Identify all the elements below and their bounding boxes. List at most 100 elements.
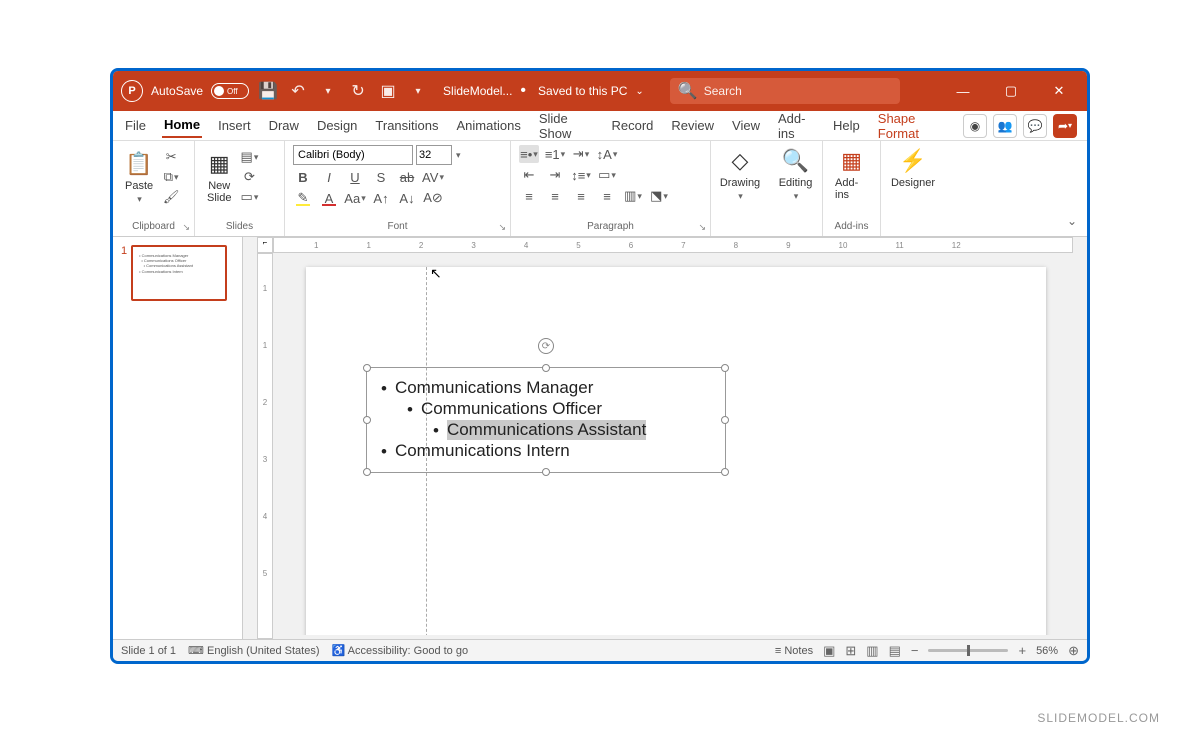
text-content[interactable]: Communications Manager Communications Of… — [367, 368, 725, 472]
resize-handle[interactable] — [363, 416, 371, 424]
zoom-in-icon[interactable]: + — [1018, 643, 1026, 658]
redo-icon[interactable]: ↻ — [347, 81, 369, 101]
new-slide-button[interactable]: ▦ New Slide — [203, 148, 235, 206]
zoom-slider[interactable] — [928, 649, 1008, 652]
thumbnail-slide[interactable]: • Communications Manager • Communication… — [131, 245, 227, 301]
share-button[interactable]: ➦▾ — [1053, 114, 1077, 138]
change-case-icon[interactable]: Aa▾ — [345, 189, 365, 207]
tab-design[interactable]: Design — [315, 114, 359, 137]
bullet-item[interactable]: Communications Assistant — [433, 420, 711, 441]
align-left-icon[interactable]: ≡ — [519, 187, 539, 205]
resize-handle[interactable] — [721, 364, 729, 372]
smartart-icon[interactable]: ⬔▾ — [649, 187, 669, 205]
cut-icon[interactable]: ✂ — [161, 148, 181, 166]
thumbnail-item[interactable]: 1 • Communications Manager • Communicati… — [121, 245, 234, 301]
zoom-knob[interactable] — [967, 645, 970, 656]
font-color-icon[interactable]: A — [319, 189, 339, 207]
font-name-input[interactable] — [293, 145, 413, 165]
autosave-toggle[interactable]: Off — [211, 83, 249, 99]
comments-button[interactable]: 💬 — [1023, 114, 1047, 138]
resize-handle[interactable] — [542, 364, 550, 372]
justify-icon[interactable]: ≡ — [597, 187, 617, 205]
editing-button[interactable]: 🔍 Editing ▾ — [777, 145, 814, 204]
tab-help[interactable]: Help — [831, 114, 862, 137]
save-icon[interactable]: 💾 — [257, 81, 279, 101]
tab-file[interactable]: File — [123, 114, 148, 137]
camera-button[interactable]: ◉ — [963, 114, 987, 138]
tab-addins[interactable]: Add-ins — [776, 107, 817, 145]
zoom-out-icon[interactable]: − — [911, 643, 919, 658]
tab-draw[interactable]: Draw — [267, 114, 301, 137]
designer-button[interactable]: ⚡ Designer — [889, 145, 937, 191]
bullet-item[interactable]: Communications Intern — [381, 441, 711, 462]
increase-indent-icon[interactable]: ⇥ — [545, 166, 565, 184]
bullets-icon[interactable]: ≡•▾ — [519, 145, 539, 163]
tab-review[interactable]: Review — [669, 114, 716, 137]
maximize-button[interactable]: ▢ — [991, 83, 1031, 99]
present-icon[interactable]: ▣ — [377, 81, 399, 101]
list-level-icon[interactable]: ⇥▾ — [571, 145, 591, 163]
paragraph-dialog-icon[interactable]: ↘ — [698, 222, 706, 233]
align-center-icon[interactable]: ≡ — [545, 187, 565, 205]
reading-view-icon[interactable]: ▥ — [866, 643, 878, 659]
qat-more-icon[interactable]: ▾ — [407, 86, 429, 97]
close-button[interactable]: ✕ — [1039, 83, 1079, 99]
ruler-horizontal[interactable]: 1 1 2 3 4 5 6 7 8 9 10 11 12 — [273, 237, 1073, 253]
sorter-view-icon[interactable]: ⊞ — [845, 643, 856, 659]
accessibility-status[interactable]: ♿ Accessibility: Good to go — [331, 644, 468, 657]
strikethrough-icon[interactable]: ab — [397, 168, 417, 186]
paste-button[interactable]: 📋 Paste ▾ — [121, 148, 157, 207]
thumbnail-pane[interactable]: 1 • Communications Manager • Communicati… — [113, 237, 243, 639]
slide-position[interactable]: Slide 1 of 1 — [121, 645, 176, 657]
text-box[interactable]: ⟳ Communications Manager Communications … — [366, 367, 726, 473]
shrink-font-icon[interactable]: A↓ — [397, 189, 417, 207]
layout-icon[interactable]: ▤▾ — [239, 148, 259, 166]
tab-home[interactable]: Home — [162, 113, 202, 138]
tab-slideshow[interactable]: Slide Show — [537, 107, 596, 145]
rotate-handle-icon[interactable]: ⟳ — [538, 338, 554, 354]
font-dialog-icon[interactable]: ↘ — [498, 222, 506, 233]
teams-button[interactable]: 👥 — [993, 114, 1017, 138]
resize-handle[interactable] — [721, 468, 729, 476]
bold-icon[interactable]: B — [293, 168, 313, 186]
numbering-icon[interactable]: ≡1▾ — [545, 145, 565, 163]
saved-dropdown-icon[interactable]: ⌄ — [635, 86, 643, 97]
fit-window-icon[interactable]: ⊕ — [1068, 643, 1079, 659]
bullet-item[interactable]: Communications Officer — [407, 399, 711, 420]
tab-record[interactable]: Record — [609, 114, 655, 137]
resize-handle[interactable] — [363, 364, 371, 372]
line-spacing-icon[interactable]: ↕≡▾ — [571, 166, 591, 184]
language-status[interactable]: ⌨ English (United States) — [188, 644, 319, 657]
tab-insert[interactable]: Insert — [216, 114, 253, 137]
clipboard-dialog-icon[interactable]: ↘ — [182, 222, 190, 233]
font-size-input[interactable] — [416, 145, 452, 165]
zoom-level[interactable]: 56% — [1036, 645, 1058, 657]
saved-status[interactable]: Saved to this PC — [538, 84, 627, 98]
italic-icon[interactable]: I — [319, 168, 339, 186]
addins-button[interactable]: ▦ Add-ins — [831, 145, 872, 203]
resize-handle[interactable] — [542, 468, 550, 476]
underline-icon[interactable]: U — [345, 168, 365, 186]
slideshow-view-icon[interactable]: ▤ — [889, 643, 901, 659]
notes-button[interactable]: ≡ Notes — [775, 645, 813, 657]
decrease-indent-icon[interactable]: ⇤ — [519, 166, 539, 184]
undo-dropdown-icon[interactable]: ▾ — [317, 86, 339, 97]
slide-canvas[interactable]: ↖ ⟳ Communications Manager Commu — [306, 267, 1046, 635]
bullet-item[interactable]: Communications Manager — [381, 378, 711, 399]
copy-icon[interactable]: ⧉▾ — [161, 168, 181, 186]
align-right-icon[interactable]: ≡ — [571, 187, 591, 205]
canvas-viewport[interactable]: ↖ ⟳ Communications Manager Commu — [279, 257, 1073, 635]
tab-shape-format[interactable]: Shape Format — [876, 107, 949, 145]
tab-transitions[interactable]: Transitions — [373, 114, 440, 137]
columns-icon[interactable]: ▥▾ — [623, 187, 643, 205]
normal-view-icon[interactable]: ▣ — [823, 643, 835, 659]
drawing-button[interactable]: ◇ Drawing ▾ — [719, 145, 761, 204]
highlight-icon[interactable]: ✎ — [293, 189, 313, 207]
minimize-button[interactable]: — — [943, 84, 983, 99]
document-title[interactable]: SlideModel... — [443, 84, 512, 98]
search-input[interactable] — [704, 84, 892, 98]
format-painter-icon[interactable]: 🖌 — [161, 188, 181, 206]
tab-animations[interactable]: Animations — [455, 114, 523, 137]
reset-icon[interactable]: ⟳ — [239, 168, 259, 186]
search-box[interactable]: 🔍 — [670, 78, 900, 104]
